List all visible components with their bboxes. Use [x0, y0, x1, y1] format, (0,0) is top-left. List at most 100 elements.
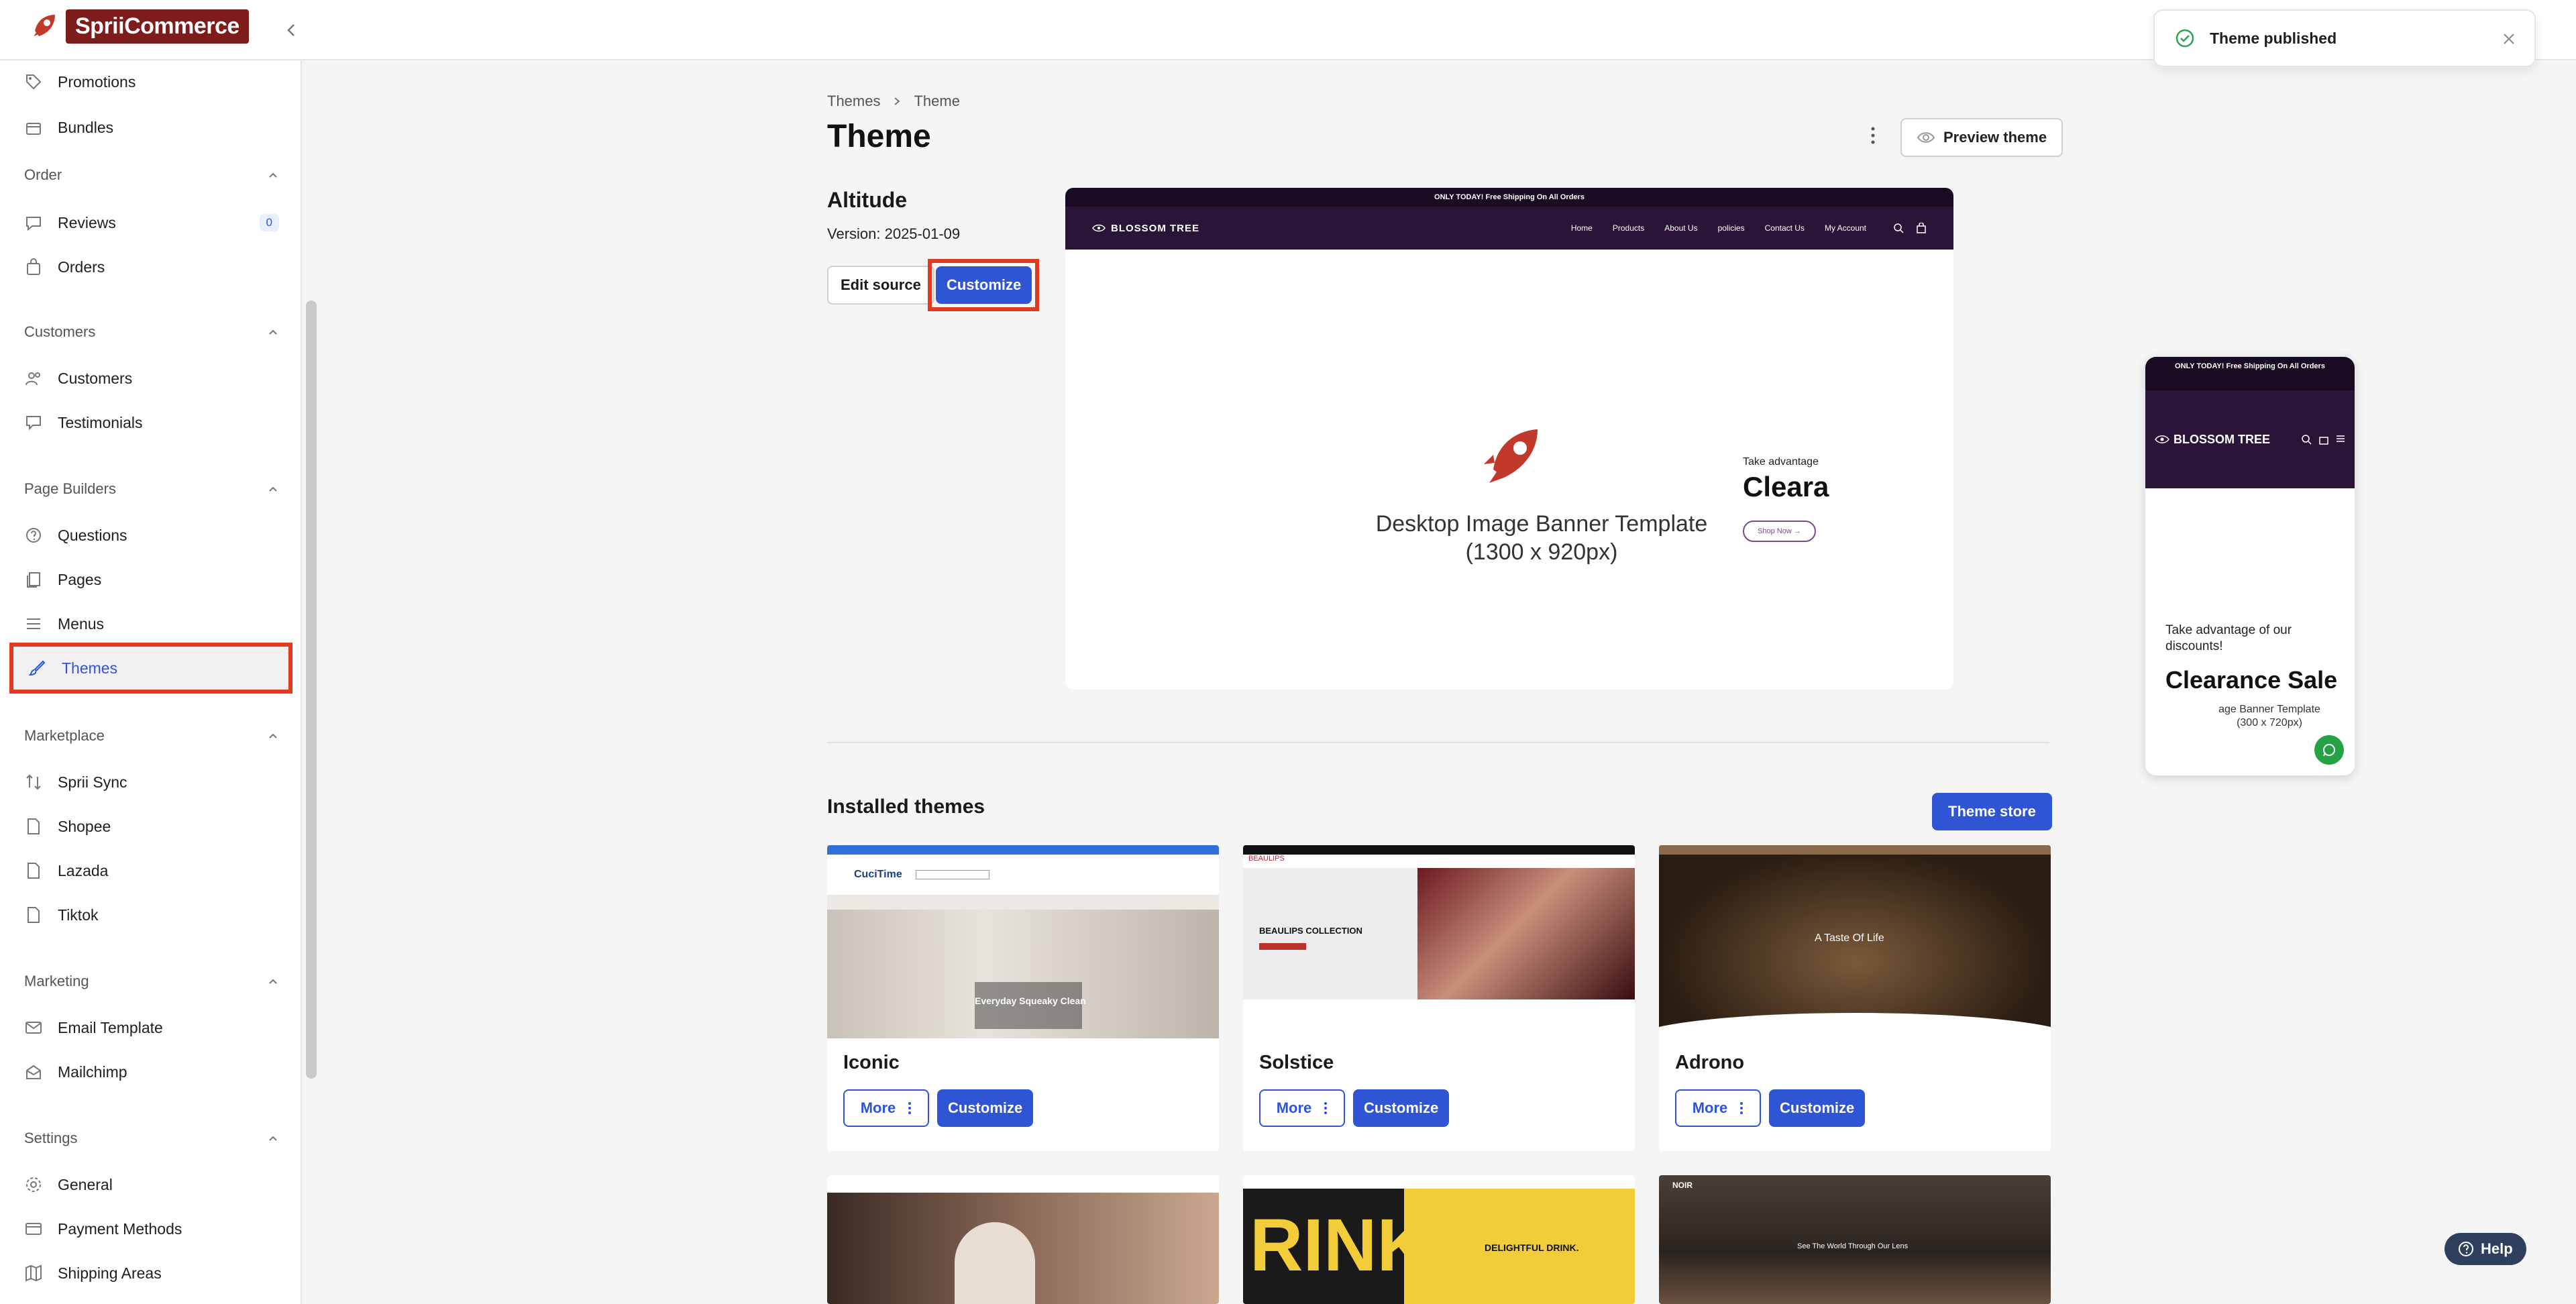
- customize-button-solstice[interactable]: Customize: [1353, 1089, 1450, 1127]
- customize-button-adrono[interactable]: Customize: [1769, 1089, 1866, 1127]
- sidebar-item-label: Shipping Areas: [58, 1264, 162, 1282]
- brand-logo[interactable]: SpriiCommerce: [28, 9, 249, 44]
- thumb-curve: [1659, 1013, 2051, 1038]
- customize-button-iconic[interactable]: Customize: [937, 1089, 1034, 1127]
- edit-source-button[interactable]: Edit source: [827, 266, 934, 305]
- thumb-hero-portrait: [1417, 868, 1635, 999]
- group-marketplace-header[interactable]: Marketplace: [24, 727, 279, 745]
- help-button[interactable]: Help: [2445, 1233, 2526, 1265]
- thumb-header: [827, 1175, 1219, 1193]
- breadcrumb-theme: Theme: [914, 93, 960, 109]
- banner-line-2: (1300 x 920px): [1465, 539, 1618, 565]
- theme-thumbnail-row2-3[interactable]: NOIR See The World Through Our Lens: [1659, 1175, 2051, 1304]
- theme-thumbnail-adrono[interactable]: A Taste Of Life: [1659, 845, 2051, 1038]
- sidebar-item-label: Themes: [62, 659, 118, 677]
- sidebar-item-questions[interactable]: Questions: [24, 517, 279, 554]
- sidebar-item-promotions[interactable]: Promotions: [24, 63, 279, 101]
- pages-icon: [27, 572, 40, 588]
- thumb-announcement-bar: [1243, 845, 1635, 855]
- theme-thumbnail-row2-1[interactable]: [827, 1175, 1219, 1304]
- preview-nav-link: Contact Us: [1764, 223, 1805, 233]
- more-label: More: [1276, 1099, 1312, 1116]
- sidebar-item-mailchimp[interactable]: Mailchimp: [24, 1053, 279, 1091]
- more-vertical-icon[interactable]: [1870, 126, 1876, 145]
- collapse-sidebar-button[interactable]: [275, 13, 309, 47]
- rocket-logo-icon: [34, 14, 55, 36]
- sidebar-item-label: Testimonials: [58, 413, 143, 431]
- theme-thumbnail-solstice[interactable]: BEAULIPS BEAULIPS COLLECTION: [1243, 845, 1635, 1038]
- theme-store-button[interactable]: Theme store: [1932, 793, 2052, 830]
- mobile-banner-placeholder: age Banner Template (300 x 720px): [2192, 703, 2347, 730]
- breadcrumb-themes[interactable]: Themes: [827, 93, 880, 110]
- doc-icon: [28, 907, 40, 923]
- sidebar-item-testimonials[interactable]: Testimonials: [24, 404, 279, 441]
- customize-current-theme-button[interactable]: Customize: [936, 266, 1032, 304]
- toast-message: Theme published: [2210, 29, 2337, 47]
- sidebar-item-tiktok[interactable]: Tiktok: [24, 896, 279, 934]
- group-marketing-header[interactable]: Marketing: [24, 973, 279, 990]
- sidebar-item-shipping-areas[interactable]: Shipping Areas: [24, 1254, 279, 1292]
- more-vertical-icon: [1740, 1102, 1743, 1114]
- preview-theme-button[interactable]: Preview theme: [1900, 118, 2063, 157]
- thumb-hero-text: DELIGHTFUL DRINK.: [1485, 1242, 1579, 1253]
- sidebar-item-label: Promotions: [58, 72, 136, 91]
- theme-thumbnail-row2-2[interactable]: RINK DELIGHTFUL DRINK.: [1243, 1175, 1635, 1304]
- thumb-announcement-bar: [827, 845, 1219, 855]
- sidebar-item-orders[interactable]: Orders: [24, 248, 279, 286]
- chevron-up-icon: [269, 172, 277, 178]
- card-icon: [25, 1223, 42, 1235]
- sidebar-scrollbar[interactable]: [306, 301, 317, 1079]
- more-button-adrono[interactable]: More: [1675, 1089, 1761, 1127]
- group-customers-header[interactable]: Customers: [24, 323, 279, 341]
- preview-nav-links: Home Products About Us policies Contact …: [1571, 223, 1866, 233]
- users-icon: [25, 372, 40, 386]
- thumb-header: CuciTime: [827, 855, 1219, 895]
- thumb-big-text: RINK: [1250, 1204, 1430, 1287]
- sidebar-item-shopee[interactable]: Shopee: [24, 808, 279, 845]
- sidebar-item-pages[interactable]: Pages: [24, 561, 279, 598]
- more-button-solstice[interactable]: More: [1259, 1089, 1345, 1127]
- group-title: Order: [24, 166, 62, 183]
- thumb-logo-text: CuciTime: [854, 869, 902, 880]
- sidebar-item-reviews[interactable]: Reviews 0: [24, 204, 279, 241]
- sidebar-item-bundles[interactable]: Bundles: [24, 109, 279, 146]
- theme-card-row2-3: NOIR See The World Through Our Lens: [1659, 1175, 2051, 1304]
- speech-icon: [26, 416, 41, 431]
- sidebar-item-customers[interactable]: Customers: [24, 360, 279, 397]
- theme-name-solstice: Solstice: [1259, 1052, 1334, 1073]
- theme-thumbnail-iconic[interactable]: CuciTime Everyday Squeaky Clean: [827, 845, 1219, 1038]
- sidebar-item-label: Email Template: [58, 1018, 163, 1036]
- sidebar-item-label: Tiktok: [58, 906, 99, 924]
- group-page-builders-header[interactable]: Page Builders: [24, 480, 279, 498]
- sidebar-item-themes[interactable]: Themes: [9, 643, 292, 694]
- rocket-placeholder-icon: [1484, 429, 1538, 483]
- sidebar-item-email-template[interactable]: Email Template: [24, 1009, 279, 1046]
- search-icon: [2302, 435, 2312, 445]
- close-icon[interactable]: [2501, 31, 2517, 47]
- breadcrumb: Themes Theme: [827, 93, 960, 110]
- mobile-promo-small: Take advantage of our discounts!: [2165, 623, 2292, 653]
- mobile-store-brand: BLOSSOM TREE: [2155, 433, 2270, 447]
- sidebar-item-sprii-sync[interactable]: Sprii Sync: [24, 763, 279, 801]
- check-circle-icon: [2176, 29, 2194, 48]
- preview-nav-link: policies: [1717, 223, 1745, 233]
- group-order-header[interactable]: Order: [24, 166, 279, 184]
- preview-theme-label: Preview theme: [1943, 129, 2047, 146]
- more-button-iconic[interactable]: More: [843, 1089, 929, 1127]
- question-icon: [26, 528, 41, 543]
- preview-promo-big: Cleara: [1743, 471, 1829, 502]
- mobile-theme-preview: ONLY TODAY! Free Shipping On All Orders …: [2145, 357, 2355, 775]
- sidebar-item-menus[interactable]: Menus: [24, 605, 279, 643]
- sidebar-item-lazada[interactable]: Lazada: [24, 852, 279, 889]
- group-title: Customers: [24, 323, 96, 340]
- sidebar-item-general[interactable]: General: [24, 1166, 279, 1203]
- sidebar-item-payment-methods[interactable]: Payment Methods: [24, 1210, 279, 1248]
- chevron-left-icon: [287, 24, 294, 36]
- mail-icon: [25, 1022, 42, 1034]
- desktop-theme-preview: ONLY TODAY! Free Shipping On All Orders …: [1065, 188, 1953, 690]
- question-circle-icon: [2459, 1242, 2473, 1256]
- thumb-hero-button: [1259, 943, 1306, 950]
- more-label: More: [1692, 1099, 1728, 1116]
- sidebar-item-label: Bundles: [58, 118, 114, 136]
- group-settings-header[interactable]: Settings: [24, 1130, 279, 1147]
